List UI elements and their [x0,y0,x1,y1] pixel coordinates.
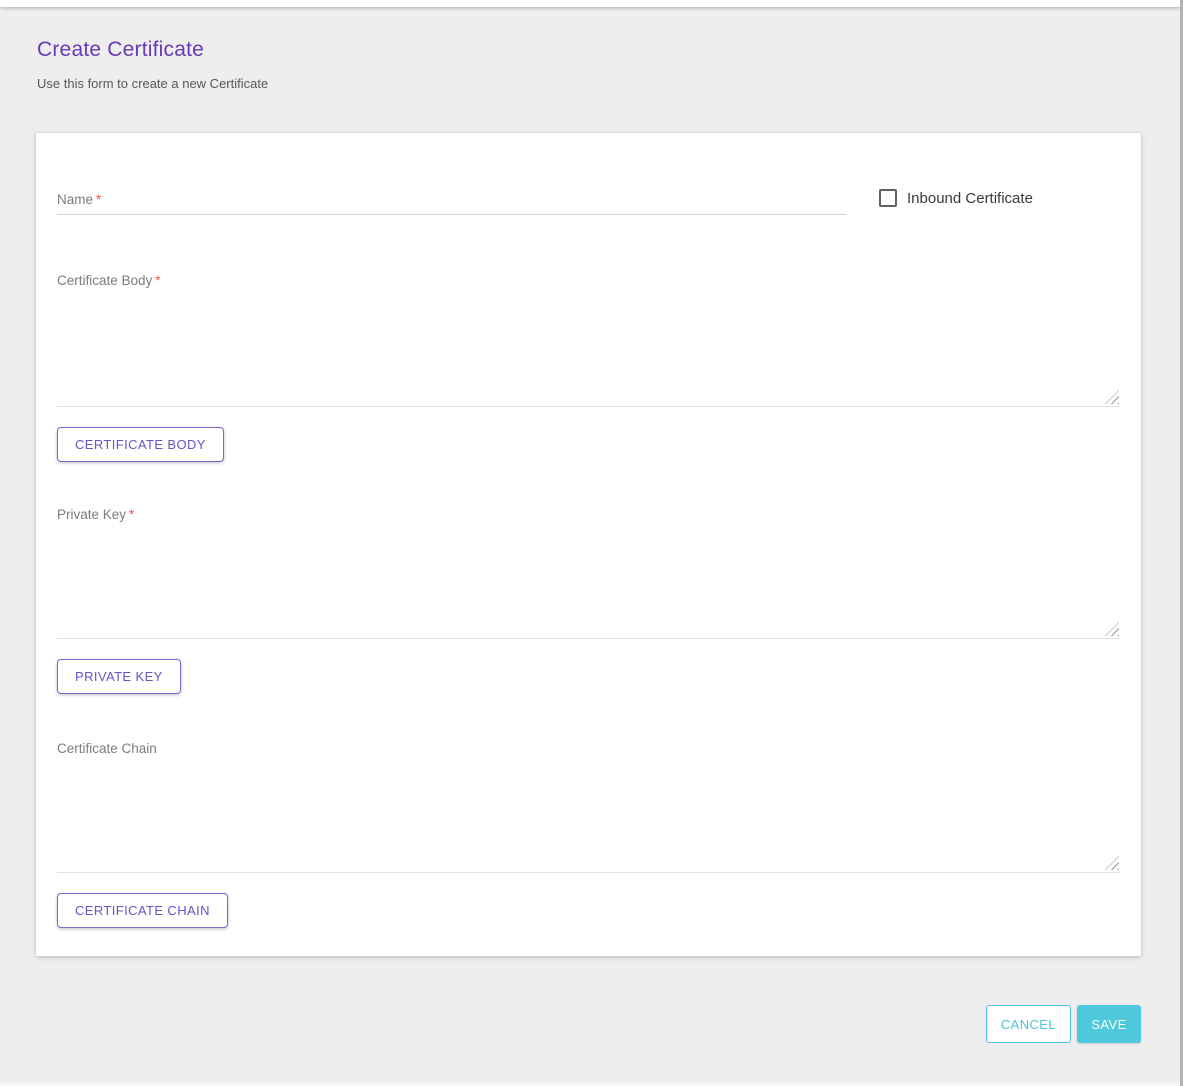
inbound-certificate-label: Inbound Certificate [907,190,1033,207]
certificate-chain-button[interactable]: CERTIFICATE CHAIN [57,893,228,928]
private-key-textarea[interactable] [57,527,1120,639]
cancel-button[interactable]: CANCEL [986,1005,1071,1043]
private-key-group: Private Key* PRIVATE KEY [57,507,1120,694]
required-asterisk: * [155,273,160,288]
top-app-bar-edge [0,0,1183,7]
name-field-group: Name* [57,192,846,215]
certificate-body-label: Certificate Body* [57,273,1120,289]
save-button[interactable]: SAVE [1077,1005,1141,1043]
required-asterisk: * [129,507,134,522]
certificate-chain-label: Certificate Chain [57,741,1120,757]
inbound-certificate-checkbox[interactable]: Inbound Certificate [879,189,1033,207]
private-key-button[interactable]: PRIVATE KEY [57,659,181,694]
private-key-label: Private Key* [57,507,1120,523]
page-subtitle: Use this form to create a new Certificat… [37,76,1146,91]
create-certificate-form-card: Name* Inbound Certificate Certificate Bo… [36,133,1141,956]
form-actions: CANCEL SAVE [0,1005,1141,1043]
name-input[interactable] [57,208,846,215]
private-key-textarea-wrap [57,527,1120,639]
certificate-body-group: Certificate Body* CERTIFICATE BODY [57,273,1120,462]
name-row: Name* Inbound Certificate [57,192,1120,215]
page-title: Create Certificate [37,38,1146,62]
certificate-chain-group: Certificate Chain CERTIFICATE CHAIN [57,741,1120,928]
checkbox-icon[interactable] [879,189,897,207]
name-label: Name* [57,192,846,208]
certificate-body-textarea[interactable] [57,293,1120,407]
required-asterisk: * [96,192,101,207]
certificate-chain-textarea-wrap [57,761,1120,873]
certificate-chain-textarea[interactable] [57,761,1120,873]
certificate-body-textarea-wrap [57,293,1120,407]
page-header: Create Certificate Use this form to crea… [37,38,1146,91]
certificate-body-button[interactable]: CERTIFICATE BODY [57,427,224,462]
